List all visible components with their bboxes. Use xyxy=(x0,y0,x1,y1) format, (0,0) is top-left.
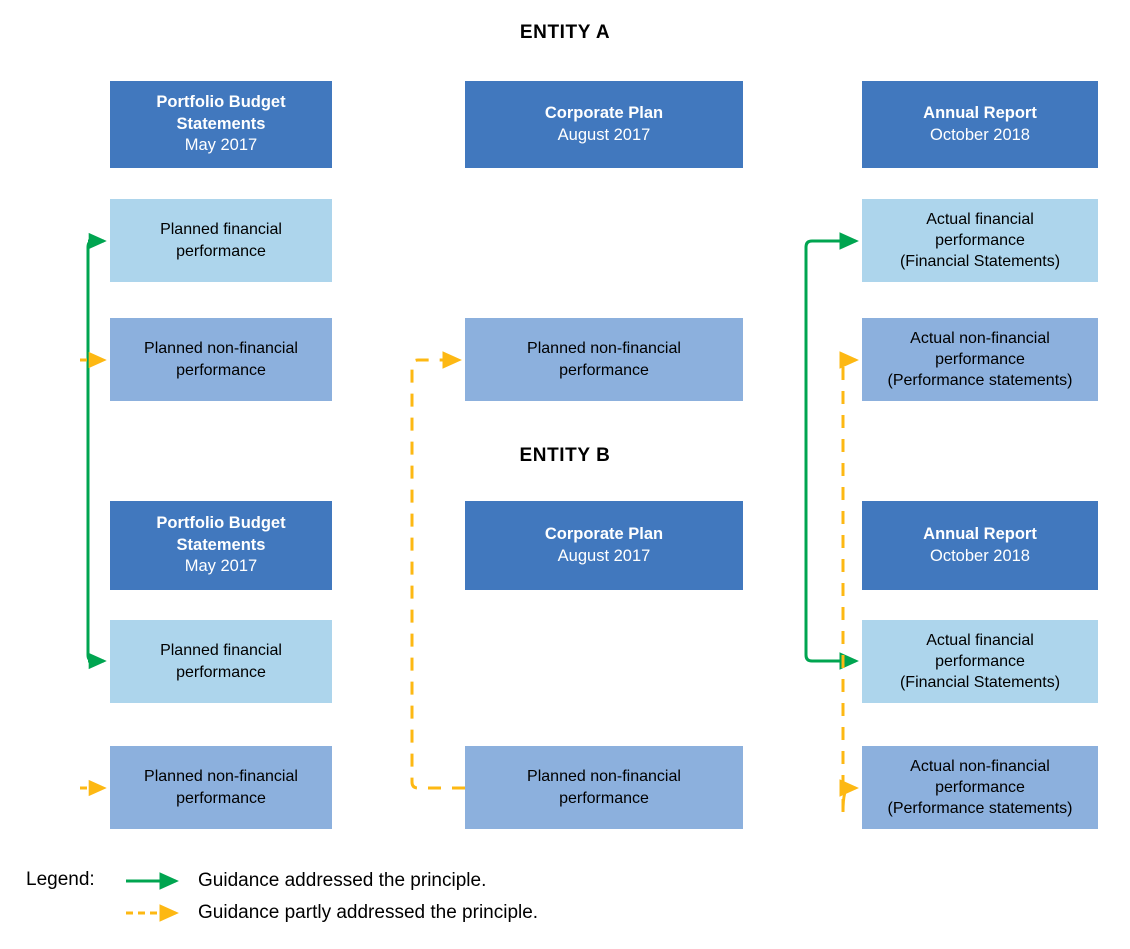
box-line2: performance xyxy=(935,778,1025,796)
legend-entry-2-text: Guidance partly addressed the principle. xyxy=(198,902,539,923)
box-line2: performance xyxy=(935,652,1025,670)
box-subtitle: May 2017 xyxy=(184,136,258,155)
box-entity-b-portfolio-budget-statements: Portfolio Budget Statements May 2017 xyxy=(110,501,332,590)
box-subtitle: August 2017 xyxy=(557,125,651,144)
box-line2: performance xyxy=(176,242,266,260)
box-subtitle: August 2017 xyxy=(557,546,651,565)
box-line2: performance xyxy=(935,231,1025,249)
box-line2: performance xyxy=(559,789,649,807)
box-entity-b-corporate-plan-planned-non-financial-performance: Planned non-financial performance xyxy=(465,746,743,829)
box-entity-a-corporate-plan-planned-non-financial-performance: Planned non-financial performance xyxy=(465,318,743,401)
box-line2: performance xyxy=(176,361,266,379)
box-entity-a-actual-financial-performance: Actual financial performance (Financial … xyxy=(862,199,1098,282)
box-line1: Actual financial xyxy=(926,631,1034,649)
orange-connector-middle-column xyxy=(410,351,465,790)
legend-entry-1-text: Guidance addressed the principle. xyxy=(198,870,487,891)
box-line2: performance xyxy=(559,361,649,379)
box-title-line1: Corporate Plan xyxy=(544,103,664,122)
box-line1: Actual financial xyxy=(926,210,1034,228)
box-line2: performance xyxy=(935,350,1025,368)
orange-connector-right-column-upper xyxy=(839,351,859,812)
box-line1: Actual non-financial xyxy=(910,329,1050,347)
box-line3: (Performance statements) xyxy=(887,372,1073,390)
box-entity-a-portfolio-budget-statements: Portfolio Budget Statements May 2017 xyxy=(110,81,332,168)
box-entity-b-corporate-plan: Corporate Plan August 2017 xyxy=(465,501,743,590)
box-entity-b-annual-report: Annual Report October 2018 xyxy=(862,501,1098,590)
diagram-canvas: ENTITY A Portfolio Budget Statements May… xyxy=(0,0,1130,949)
box-subtitle: October 2018 xyxy=(930,125,1030,144)
box-entity-b-actual-financial-performance: Actual financial performance (Financial … xyxy=(862,620,1098,703)
box-line1: Planned financial xyxy=(160,221,282,239)
box-title-line1: Portfolio Budget xyxy=(156,513,286,532)
box-title-line1: Annual Report xyxy=(923,103,1037,122)
box-line2: performance xyxy=(176,789,266,807)
entity-a-title: ENTITY A xyxy=(519,22,611,43)
box-line2: performance xyxy=(176,663,266,681)
box-entity-b-planned-financial-performance: Planned financial performance xyxy=(110,620,332,703)
box-entity-a-annual-report: Annual Report October 2018 xyxy=(862,81,1098,168)
box-line1: Planned financial xyxy=(160,642,282,660)
box-line3: (Financial Statements) xyxy=(899,253,1061,271)
box-line1: Actual non-financial xyxy=(910,757,1050,775)
box-title-line1: Corporate Plan xyxy=(544,524,664,543)
box-title-line2: Statements xyxy=(176,535,266,554)
box-line3: (Financial Statements) xyxy=(899,674,1061,692)
box-line1: Planned non-financial xyxy=(144,768,298,786)
box-title-line2: Statements xyxy=(176,114,266,133)
box-line1: Planned non-financial xyxy=(527,768,681,786)
box-entity-a-planned-financial-performance: Planned financial performance xyxy=(110,199,332,282)
box-entity-a-actual-non-financial-performance: Actual non-financial performance (Perfor… xyxy=(862,318,1098,401)
box-entity-a-planned-non-financial-performance: Planned non-financial performance xyxy=(110,318,332,401)
box-subtitle: May 2017 xyxy=(184,557,258,576)
box-line1: Planned non-financial xyxy=(527,340,681,358)
legend-label: Legend: xyxy=(26,869,95,890)
box-entity-a-corporate-plan: Corporate Plan August 2017 xyxy=(465,81,743,168)
box-subtitle: October 2018 xyxy=(930,546,1030,565)
entity-b-title: ENTITY B xyxy=(519,445,611,466)
box-title-line1: Portfolio Budget xyxy=(156,92,286,111)
orange-arrow-to-entity-b-actual-non-financial xyxy=(839,779,859,813)
box-entity-b-actual-non-financial-performance: Actual non-financial performance (Perfor… xyxy=(862,746,1098,829)
box-entity-b-planned-non-financial-performance: Planned non-financial performance xyxy=(110,746,332,829)
box-line3: (Performance statements) xyxy=(887,800,1073,818)
box-line1: Planned non-financial xyxy=(144,340,298,358)
box-title-line1: Annual Report xyxy=(923,524,1037,543)
